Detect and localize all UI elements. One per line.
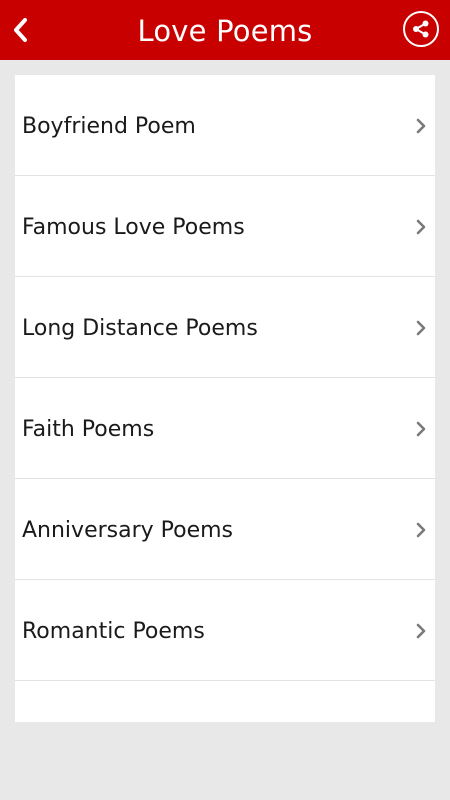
list-item-label: Famous Love Poems — [22, 215, 245, 240]
poem-category-list: Boyfriend Poem Famous Love Poems Long Di… — [15, 75, 435, 722]
list-item-faith-poems[interactable]: Faith Poems — [15, 378, 435, 479]
app-bar: Love Poems — [0, 0, 450, 60]
list-item-anniversary-poems[interactable]: Anniversary Poems — [15, 479, 435, 580]
chevron-right-icon — [416, 623, 426, 639]
list-item-label: Faith Poems — [22, 417, 155, 442]
list-item-partial[interactable] — [15, 681, 435, 721]
page-title: Love Poems — [137, 14, 313, 48]
chevron-right-icon — [416, 118, 426, 134]
list-item-boyfriend-poem[interactable]: Boyfriend Poem — [15, 75, 435, 176]
list-item-label: Anniversary Poems — [22, 518, 234, 543]
list-item-famous-love-poems[interactable]: Famous Love Poems — [15, 176, 435, 277]
share-button[interactable] — [403, 11, 439, 47]
list-item-long-distance-poems[interactable]: Long Distance Poems — [15, 277, 435, 378]
chevron-right-icon — [416, 522, 426, 538]
share-icon — [413, 20, 429, 38]
chevron-right-icon — [416, 320, 426, 336]
list-item-label: Boyfriend Poem — [22, 114, 196, 139]
chevron-right-icon — [416, 219, 426, 235]
list-item-label: Long Distance Poems — [22, 316, 258, 341]
list-item-romantic-poems[interactable]: Romantic Poems — [15, 580, 435, 681]
list-item-label: Romantic Poems — [22, 619, 205, 644]
chevron-right-icon — [416, 421, 426, 437]
